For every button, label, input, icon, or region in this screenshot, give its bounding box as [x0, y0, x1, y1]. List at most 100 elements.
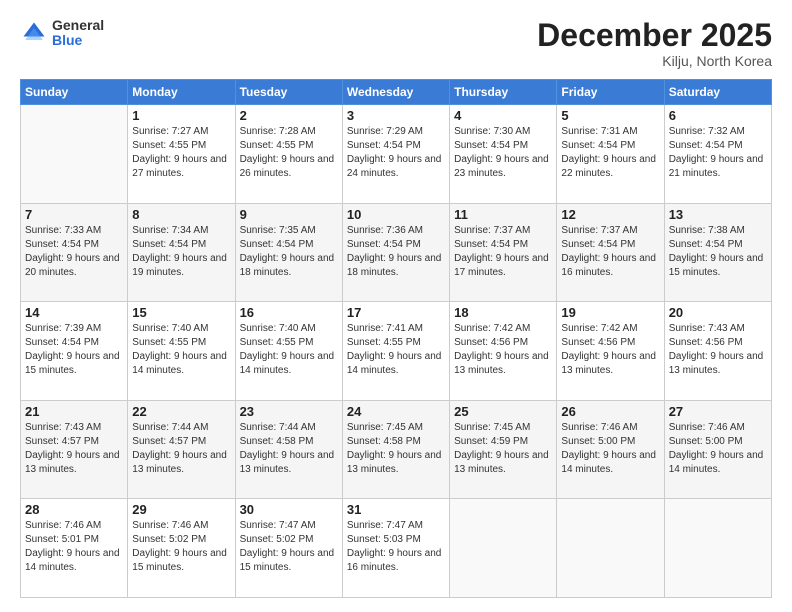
- day-info: Sunrise: 7:44 AMSunset: 4:58 PMDaylight:…: [240, 421, 338, 477]
- sunrise-text: Sunrise: 7:46 AM: [132, 519, 230, 533]
- day-info: Sunrise: 7:29 AMSunset: 4:54 PMDaylight:…: [347, 125, 445, 181]
- sunrise-text: Sunrise: 7:30 AM: [454, 125, 552, 139]
- day-number: 22: [132, 404, 230, 419]
- calendar-header-sunday: Sunday: [21, 80, 128, 105]
- calendar-cell: [21, 105, 128, 204]
- day-number: 6: [669, 108, 767, 123]
- calendar-week-row: 14Sunrise: 7:39 AMSunset: 4:54 PMDayligh…: [21, 302, 772, 401]
- calendar-cell: 15Sunrise: 7:40 AMSunset: 4:55 PMDayligh…: [128, 302, 235, 401]
- calendar-cell: 1 Sunrise: 7:27 AMSunset: 4:55 PMDaylight…: [128, 105, 235, 204]
- day-info: Sunrise: 7:30 AMSunset: 4:54 PMDaylight:…: [454, 125, 552, 181]
- logo-general-text: General: [52, 18, 104, 33]
- logo-text: General Blue: [52, 18, 104, 49]
- sunset-text: Sunset: 5:01 PM: [25, 533, 123, 547]
- daylight-text: Daylight: 9 hours and 19 minutes.: [132, 252, 230, 280]
- calendar-week-row: 28Sunrise: 7:46 AMSunset: 5:01 PMDayligh…: [21, 499, 772, 598]
- day-info: Sunrise: 7:37 AMSunset: 4:54 PMDaylight:…: [454, 224, 552, 280]
- logo-icon: [20, 19, 48, 47]
- sunrise-text: Sunrise: 7:37 AM: [561, 224, 659, 238]
- calendar-cell: 29Sunrise: 7:46 AMSunset: 5:02 PMDayligh…: [128, 499, 235, 598]
- calendar-cell: 16Sunrise: 7:40 AMSunset: 4:55 PMDayligh…: [235, 302, 342, 401]
- daylight-text: Daylight: 9 hours and 16 minutes.: [561, 252, 659, 280]
- sunrise-text: Sunrise: 7:32 AM: [669, 125, 767, 139]
- day-number: 4: [454, 108, 552, 123]
- calendar-table: SundayMondayTuesdayWednesdayThursdayFrid…: [20, 79, 772, 598]
- daylight-text: Daylight: 9 hours and 13 minutes.: [669, 350, 767, 378]
- day-number: 26: [561, 404, 659, 419]
- calendar-cell: 22Sunrise: 7:44 AMSunset: 4:57 PMDayligh…: [128, 400, 235, 499]
- daylight-text: Daylight: 9 hours and 21 minutes.: [669, 153, 767, 181]
- day-number: 3: [347, 108, 445, 123]
- sunset-text: Sunset: 4:55 PM: [240, 336, 338, 350]
- sunset-text: Sunset: 4:54 PM: [347, 238, 445, 252]
- sunset-text: Sunset: 4:54 PM: [669, 238, 767, 252]
- daylight-text: Daylight: 9 hours and 24 minutes.: [347, 153, 445, 181]
- calendar-header-saturday: Saturday: [664, 80, 771, 105]
- daylight-text: Daylight: 9 hours and 27 minutes.: [132, 153, 230, 181]
- day-info: Sunrise: 7:45 AMSunset: 4:58 PMDaylight:…: [347, 421, 445, 477]
- daylight-text: Daylight: 9 hours and 15 minutes.: [25, 350, 123, 378]
- day-info: Sunrise: 7:43 AMSunset: 4:56 PMDaylight:…: [669, 322, 767, 378]
- calendar-cell: 12Sunrise: 7:37 AMSunset: 4:54 PMDayligh…: [557, 203, 664, 302]
- sunrise-text: Sunrise: 7:31 AM: [561, 125, 659, 139]
- daylight-text: Daylight: 9 hours and 13 minutes.: [240, 449, 338, 477]
- sunset-text: Sunset: 5:02 PM: [240, 533, 338, 547]
- day-number: 8: [132, 207, 230, 222]
- daylight-text: Daylight: 9 hours and 23 minutes.: [454, 153, 552, 181]
- calendar-cell: 28Sunrise: 7:46 AMSunset: 5:01 PMDayligh…: [21, 499, 128, 598]
- day-number: 20: [669, 305, 767, 320]
- day-number: 10: [347, 207, 445, 222]
- day-number: 28: [25, 502, 123, 517]
- calendar-cell: 25Sunrise: 7:45 AMSunset: 4:59 PMDayligh…: [450, 400, 557, 499]
- day-number: 19: [561, 305, 659, 320]
- calendar-cell: 24Sunrise: 7:45 AMSunset: 4:58 PMDayligh…: [342, 400, 449, 499]
- day-info: Sunrise: 7:42 AMSunset: 4:56 PMDaylight:…: [561, 322, 659, 378]
- sunset-text: Sunset: 4:58 PM: [240, 435, 338, 449]
- calendar-cell: 14Sunrise: 7:39 AMSunset: 4:54 PMDayligh…: [21, 302, 128, 401]
- calendar-cell: 19 Sunrise: 7:42 AMSunset: 4:56 PMDayligh…: [557, 302, 664, 401]
- sunrise-text: Sunrise: 7:36 AM: [347, 224, 445, 238]
- day-info: Sunrise: 7:31 AMSunset: 4:54 PMDaylight:…: [561, 125, 659, 181]
- day-number: 16: [240, 305, 338, 320]
- day-number: 30: [240, 502, 338, 517]
- daylight-text: Daylight: 9 hours and 13 minutes.: [454, 350, 552, 378]
- calendar-week-row: 7Sunrise: 7:33 AMSunset: 4:54 PMDaylight…: [21, 203, 772, 302]
- calendar-cell: 20 Sunrise: 7:43 AMSunset: 4:56 PMDayligh…: [664, 302, 771, 401]
- sunset-text: Sunset: 4:57 PM: [132, 435, 230, 449]
- daylight-text: Daylight: 9 hours and 13 minutes.: [561, 350, 659, 378]
- day-info: Sunrise: 7:27 AMSunset: 4:55 PMDaylight:…: [132, 125, 230, 181]
- calendar-header-wednesday: Wednesday: [342, 80, 449, 105]
- sunrise-text: Sunrise: 7:40 AM: [240, 322, 338, 336]
- sunrise-text: Sunrise: 7:43 AM: [25, 421, 123, 435]
- calendar-cell: [557, 499, 664, 598]
- day-number: 29: [132, 502, 230, 517]
- daylight-text: Daylight: 9 hours and 14 minutes.: [561, 449, 659, 477]
- calendar-cell: 9Sunrise: 7:35 AMSunset: 4:54 PMDaylight…: [235, 203, 342, 302]
- sunrise-text: Sunrise: 7:37 AM: [454, 224, 552, 238]
- daylight-text: Daylight: 9 hours and 14 minutes.: [669, 449, 767, 477]
- sunrise-text: Sunrise: 7:45 AM: [347, 421, 445, 435]
- day-info: Sunrise: 7:38 AMSunset: 4:54 PMDaylight:…: [669, 224, 767, 280]
- sunset-text: Sunset: 4:55 PM: [240, 139, 338, 153]
- sunrise-text: Sunrise: 7:38 AM: [669, 224, 767, 238]
- sunset-text: Sunset: 4:54 PM: [25, 336, 123, 350]
- day-number: 17: [347, 305, 445, 320]
- sunset-text: Sunset: 4:54 PM: [240, 238, 338, 252]
- calendar-cell: 31Sunrise: 7:47 AMSunset: 5:03 PMDayligh…: [342, 499, 449, 598]
- daylight-text: Daylight: 9 hours and 17 minutes.: [454, 252, 552, 280]
- calendar-cell: 23Sunrise: 7:44 AMSunset: 4:58 PMDayligh…: [235, 400, 342, 499]
- sunset-text: Sunset: 4:54 PM: [669, 139, 767, 153]
- sunrise-text: Sunrise: 7:29 AM: [347, 125, 445, 139]
- daylight-text: Daylight: 9 hours and 15 minutes.: [669, 252, 767, 280]
- calendar-cell: 26Sunrise: 7:46 AMSunset: 5:00 PMDayligh…: [557, 400, 664, 499]
- day-number: 1: [132, 108, 230, 123]
- sunrise-text: Sunrise: 7:42 AM: [561, 322, 659, 336]
- sunset-text: Sunset: 5:03 PM: [347, 533, 445, 547]
- sunrise-text: Sunrise: 7:39 AM: [25, 322, 123, 336]
- sunset-text: Sunset: 5:00 PM: [669, 435, 767, 449]
- sunrise-text: Sunrise: 7:28 AM: [240, 125, 338, 139]
- calendar-cell: 11Sunrise: 7:37 AMSunset: 4:54 PMDayligh…: [450, 203, 557, 302]
- sunset-text: Sunset: 4:54 PM: [561, 238, 659, 252]
- sunset-text: Sunset: 4:55 PM: [132, 336, 230, 350]
- sunset-text: Sunset: 4:56 PM: [561, 336, 659, 350]
